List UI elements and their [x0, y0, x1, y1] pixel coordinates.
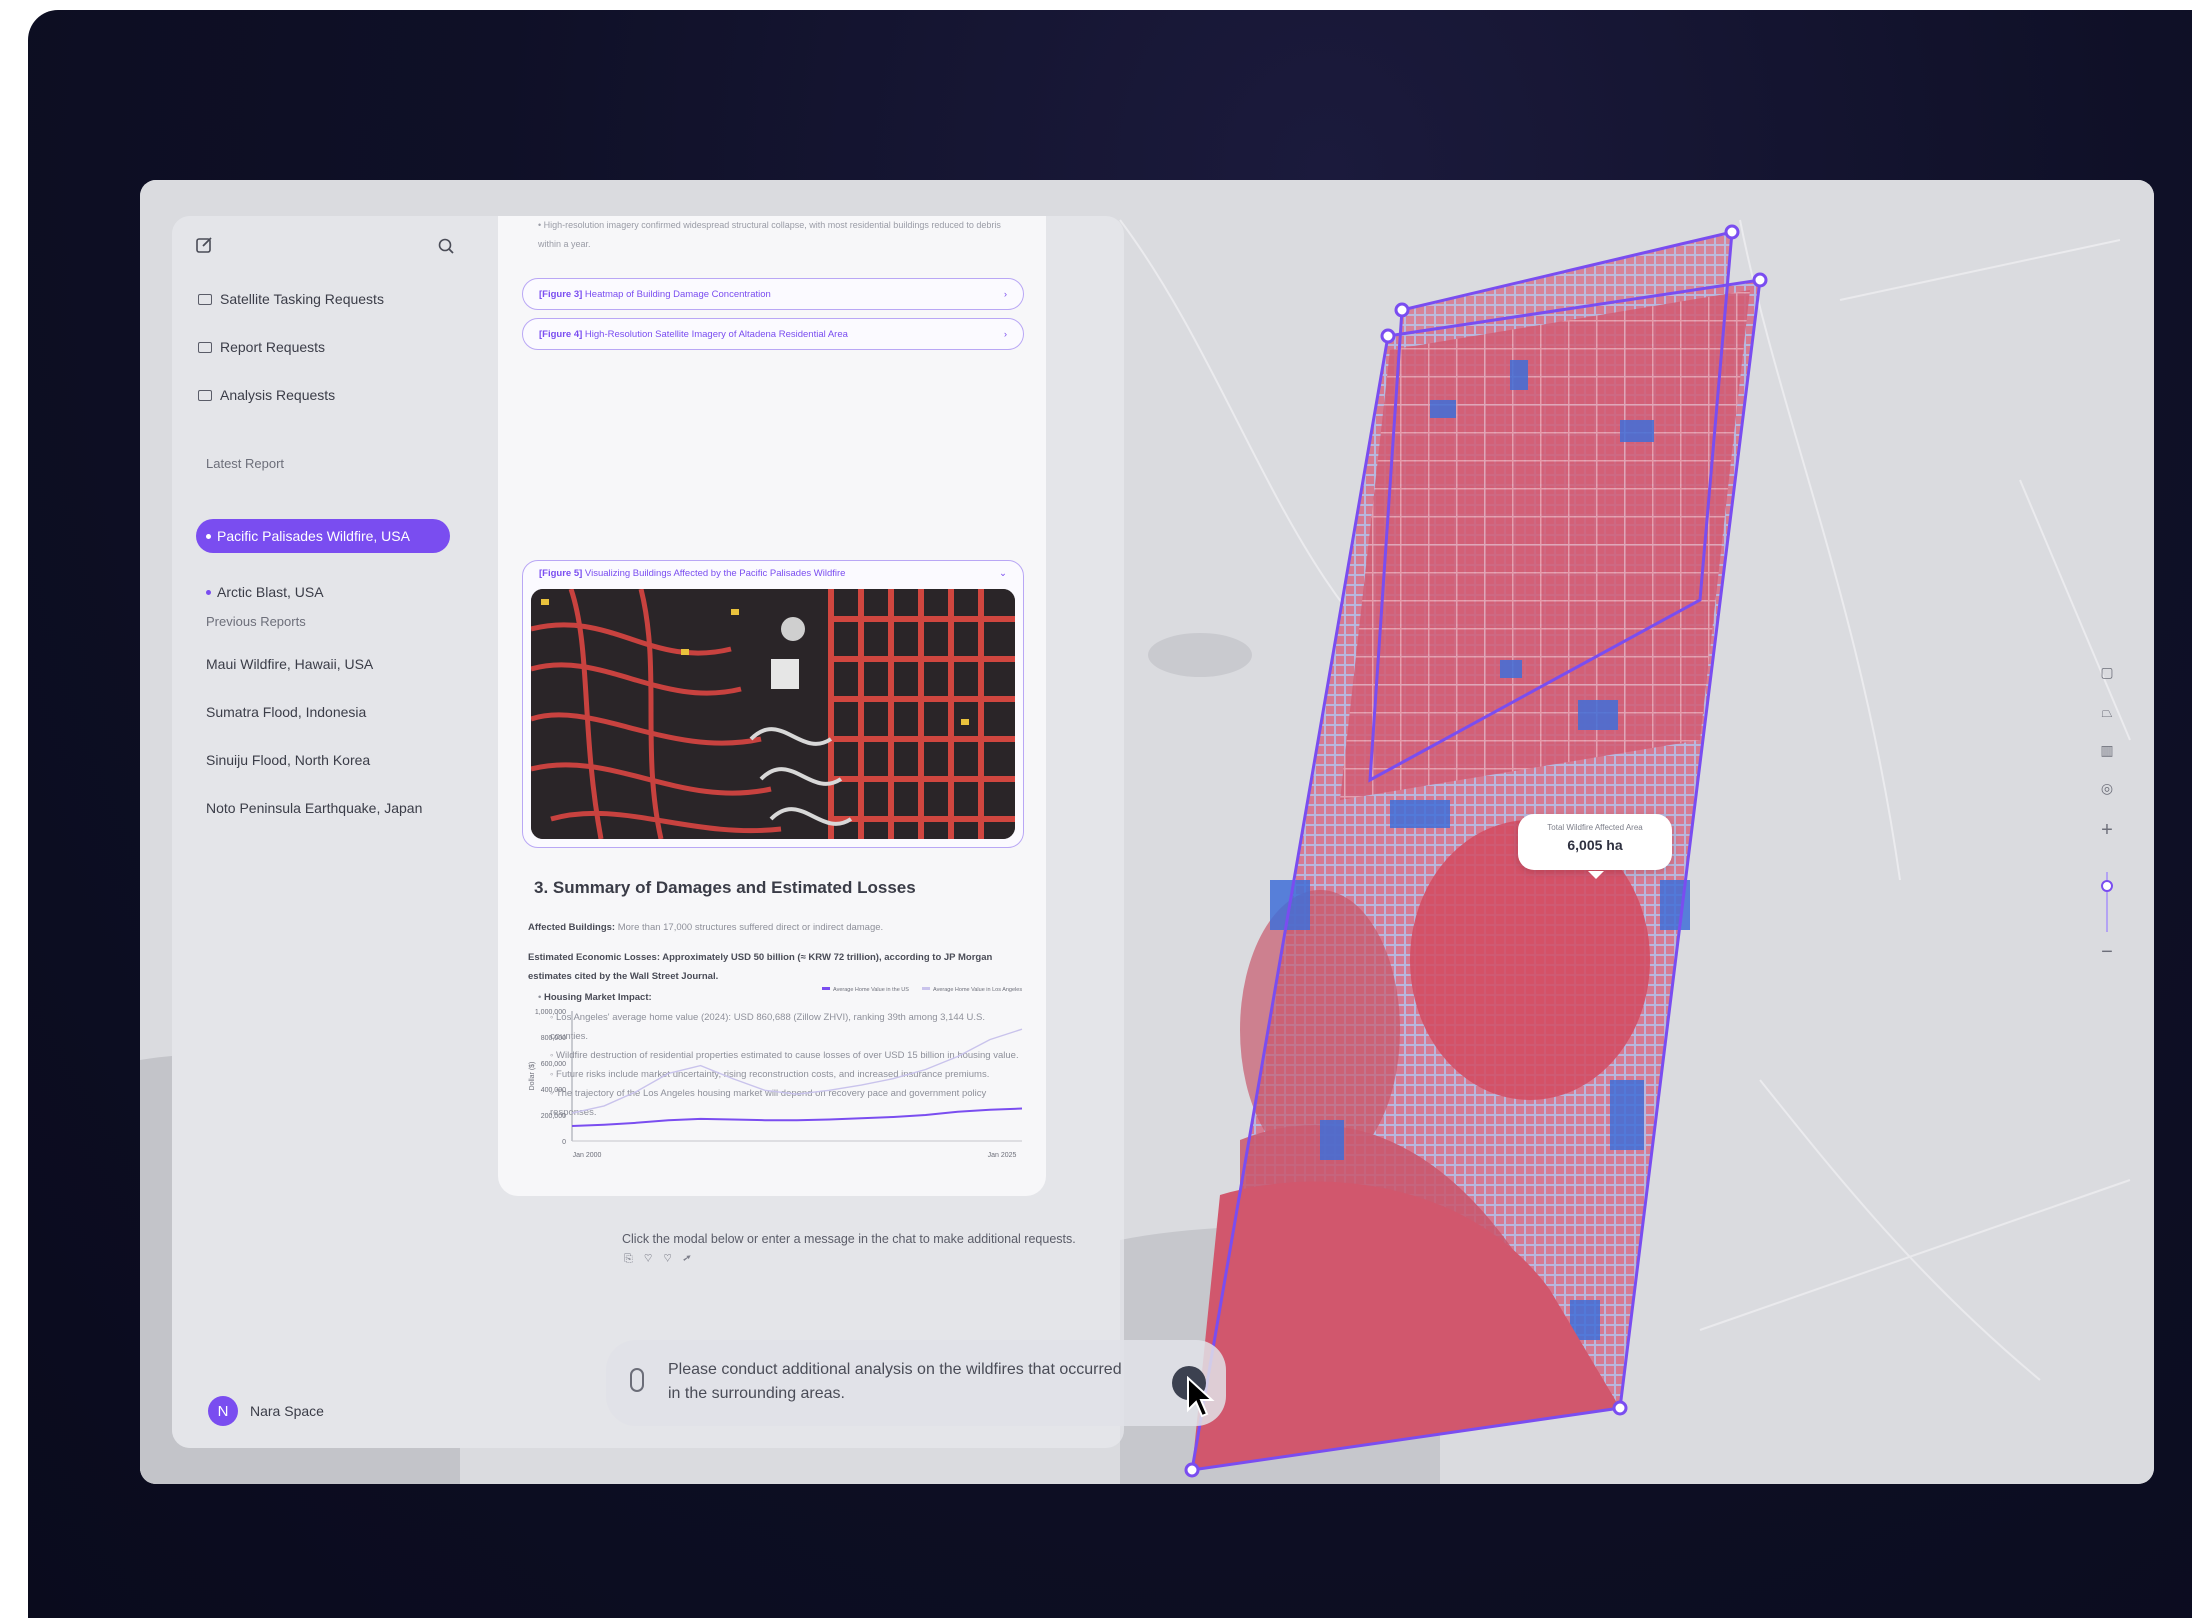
series-line-0	[571, 1107, 1023, 1128]
x-tick-label: Jan 2025	[988, 1152, 1017, 1159]
y-tick-label: 600,000	[541, 1061, 566, 1068]
affected-buildings-text: Affected Buildings: More than 17,000 str…	[528, 918, 1018, 937]
message-actions[interactable]: ⎘ ♡ ♡ ➚	[624, 1253, 695, 1266]
figure-title: High-Resolution Satellite Imagery of Alt…	[584, 328, 848, 340]
mouse-cursor-icon	[1187, 1376, 1215, 1418]
previous-reports-heading: Previous Reports	[206, 614, 306, 629]
figure-3-toggle[interactable]: [Figure 3] Heatmap of Building Damage Co…	[522, 278, 1024, 310]
figure-tag: [Figure 4]	[539, 328, 583, 340]
chevron-right-icon: ›	[1003, 328, 1007, 340]
intro-bullet: • High-resolution imagery confirmed wide…	[538, 220, 1001, 249]
legend-swatch	[822, 987, 830, 990]
area-tooltip: Total Wildfire Affected Area 6,005 ha	[1518, 814, 1672, 879]
folder-icon	[198, 389, 212, 401]
y-axis-label: Dollar ($)	[529, 1062, 536, 1091]
sidebar-item-report-requests[interactable]: Report Requests	[198, 339, 325, 355]
previous-report-noto[interactable]: Noto Peninsula Earthquake, Japan	[206, 800, 422, 816]
y-tick-label: 1,000,000	[535, 1009, 566, 1016]
rectangle-select-icon[interactable]: ▢	[2097, 662, 2117, 682]
folder-icon	[198, 293, 212, 305]
legend-swatch	[922, 987, 930, 990]
chevron-right-icon: ›	[1003, 288, 1007, 300]
new-chat-icon[interactable]	[194, 234, 216, 256]
sidebar: Satellite Tasking Requests Report Reques…	[172, 216, 472, 1448]
chat-message[interactable]: Please conduct additional analysis on th…	[668, 1358, 1128, 1406]
home-value-chart: 1,000,000 800,000 600,000 400,000 200,000 0 Do…	[529, 987, 1023, 1159]
series-line-1	[571, 1028, 1023, 1114]
zoom-out-icon[interactable]: −	[2097, 942, 2117, 962]
figure-4-toggle[interactable]: [Figure 4] High-Resolution Satellite Ima…	[522, 318, 1024, 350]
intro-bullet-text: High-resolution imagery confirmed widesp…	[538, 220, 1001, 249]
sidebar-item-label: Report Requests	[220, 339, 326, 355]
legend-label: Average Home Value in the US	[833, 987, 909, 993]
report-item-pacific-palisades[interactable]: Pacific Palisades Wildfire, USA	[196, 519, 450, 553]
user-profile[interactable]: N Nara Space	[208, 1396, 324, 1426]
avatar: N	[208, 1396, 238, 1426]
chevron-down-icon: ⌄	[999, 568, 1007, 579]
report-item-label: Arctic Blast, USA	[217, 584, 324, 600]
report-item-label: Pacific Palisades Wildfire, USA	[217, 528, 410, 544]
figure-tag: [Figure 5]	[539, 568, 583, 579]
figure-title: Visualizing Buildings Affected by the Pa…	[584, 568, 846, 579]
legend-label: Average Home Value in Los Angeles	[933, 987, 1022, 993]
latest-report-heading: Latest Report	[206, 456, 285, 471]
zoom-slider-thumb[interactable]	[2101, 880, 2113, 892]
globe-icon[interactable]: ◎	[2097, 778, 2117, 798]
satellite-damage-image	[531, 589, 1015, 839]
previous-report-sinuiju[interactable]: Sinuiju Flood, North Korea	[206, 752, 370, 768]
bullet-icon	[206, 533, 211, 539]
bullet-icon	[206, 589, 211, 595]
polygon-select-icon[interactable]: ⏢	[2097, 702, 2117, 722]
figure-tag: [Figure 3]	[539, 288, 583, 300]
figure-4-label: [Figure 4] High-Resolution Satellite Ima…	[539, 329, 848, 340]
layers-icon[interactable]: ▥	[2097, 740, 2117, 760]
report-item-arctic-blast[interactable]: Arctic Blast, USA	[206, 584, 324, 600]
report-card[interactable]: • High-resolution imagery confirmed wide…	[498, 216, 1046, 1196]
previous-report-sumatra[interactable]: Sumatra Flood, Indonesia	[206, 704, 366, 720]
device-frame: Total Wildfire Affected Area 6,005 ha ▢ …	[28, 10, 2192, 1618]
tooltip-label: Total Wildfire Affected Area	[1547, 823, 1643, 832]
y-tick-label: 400,000	[541, 1087, 566, 1094]
figure-title: Heatmap of Building Damage Concentration	[584, 288, 771, 300]
affected-value: More than 17,000 structures suffered dir…	[617, 922, 884, 933]
sidebar-item-satellite-tasking[interactable]: Satellite Tasking Requests	[198, 291, 384, 307]
figure-5-header: [Figure 5] Visualizing Buildings Affecte…	[539, 568, 1007, 579]
y-tick-label: 200,000	[541, 1113, 566, 1120]
user-name: Nara Space	[250, 1403, 324, 1419]
y-tick-label: 0	[562, 1139, 566, 1146]
sidebar-item-label: Analysis Requests	[220, 387, 336, 403]
map-toolbar: ▢ ⏢ ▥ ◎ + −	[2092, 662, 2122, 982]
chat-hint: Click the modal below or enter a message…	[622, 1232, 1076, 1246]
sidebar-item-analysis-requests[interactable]: Analysis Requests	[198, 387, 335, 403]
sidebar-item-label: Satellite Tasking Requests	[220, 291, 384, 307]
previous-report-maui[interactable]: Maui Wildfire, Hawaii, USA	[206, 656, 373, 672]
chat-input[interactable]: Please conduct additional analysis on th…	[606, 1340, 1226, 1426]
y-tick-label: 800,000	[541, 1035, 566, 1042]
figure-5-expanded[interactable]: [Figure 5] Visualizing Buildings Affecte…	[522, 560, 1024, 848]
attach-icon[interactable]	[630, 1368, 644, 1392]
folder-icon	[198, 341, 212, 353]
affected-label: Affected Buildings:	[528, 922, 616, 933]
figure-3-label: [Figure 3] Heatmap of Building Damage Co…	[539, 289, 771, 300]
search-icon[interactable]	[436, 236, 458, 258]
app-screen: Total Wildfire Affected Area 6,005 ha ▢ …	[140, 180, 2154, 1484]
x-tick-label: Jan 2000	[573, 1152, 602, 1159]
zoom-in-icon[interactable]: +	[2097, 820, 2117, 840]
section-title: 3. Summary of Damages and Estimated Loss…	[534, 878, 916, 897]
tooltip-value: 6,005 ha	[1567, 837, 1623, 853]
